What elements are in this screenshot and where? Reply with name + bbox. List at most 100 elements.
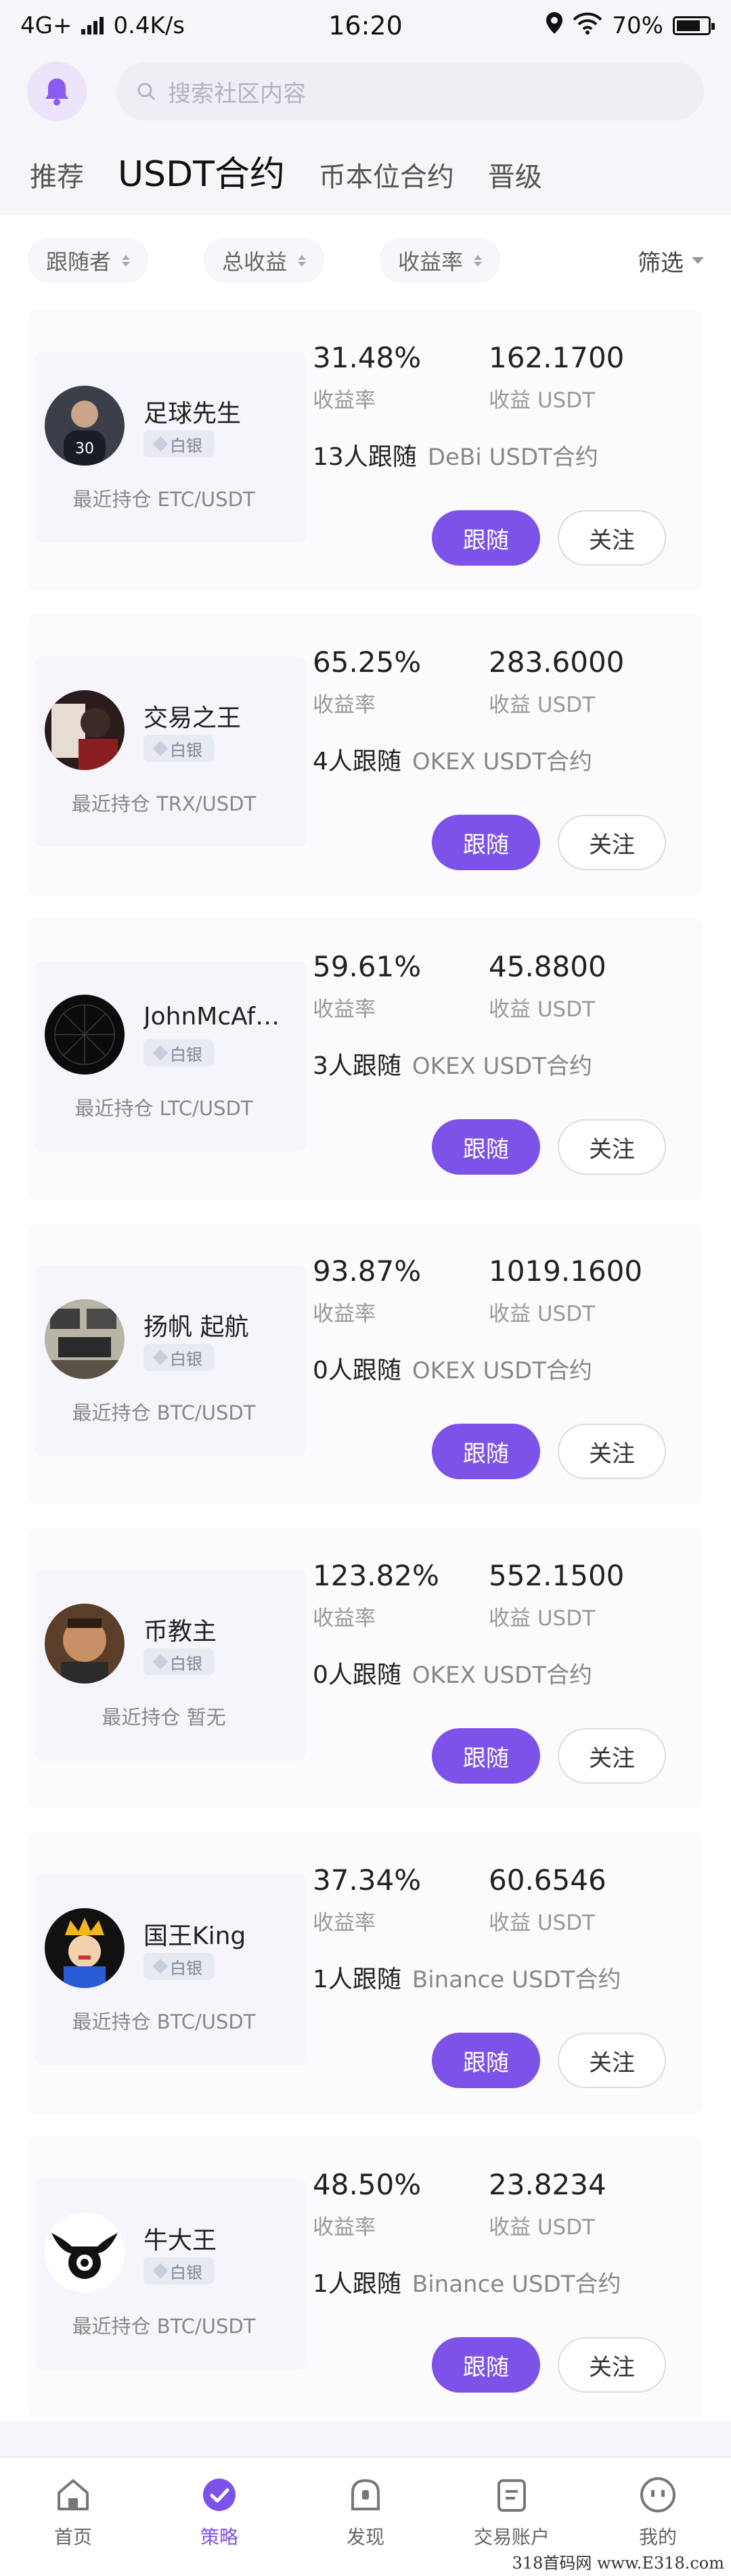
level-badge: 白银 [143, 1648, 214, 1675]
nav-home[interactable]: 首页 [0, 2458, 146, 2576]
search-input[interactable]: 搜索社区内容 [116, 62, 704, 120]
sort-rate-button[interactable]: 收益率 [379, 238, 502, 283]
trader-card[interactable]: 币教主 白银 最近持仓 暂无 123.82% 552.1500 收益率 收益 U… [28, 1528, 703, 1809]
watch-button[interactable]: 关注 [558, 510, 666, 566]
profit-usdt-value: 162.1700 [489, 341, 625, 374]
watch-button[interactable]: 关注 [558, 2337, 666, 2393]
trader-card[interactable]: 扬帆 起航 白银 最近持仓 BTC/USDT 93.87% 1019.1600 … [28, 1223, 703, 1504]
level-badge: 白银 [143, 1039, 214, 1066]
follower-count: 1人跟随 [313, 1966, 401, 1993]
diamond-icon [152, 436, 169, 452]
profit-usdt-label: 收益 USDT [489, 1911, 596, 1935]
trader-name: 交易之王 [143, 704, 242, 732]
sort-rate-label: 收益率 [398, 249, 464, 275]
tab-promotion[interactable]: 晋级 [488, 155, 542, 194]
recent-position: 最近持仓 BTC/USDT [72, 2010, 256, 2033]
signal-icon [81, 17, 104, 35]
trader-card[interactable]: 30 足球先生 白银 最近持仓 ETC/USDT 31.48% 162.1700… [28, 310, 703, 591]
trader-profile[interactable]: JohnMcAf… 白银 最近持仓 LTC/USDT [35, 961, 306, 1152]
trader-card[interactable]: 牛大王 白银 最近持仓 BTC/USDT 48.50% 23.8234 收益率 … [28, 2137, 703, 2418]
profit-usdt-value: 60.6546 [489, 1863, 606, 1897]
follow-button[interactable]: 跟随 [432, 1119, 540, 1175]
exchange-name: DeBi USDT合约 [427, 444, 598, 471]
profit-usdt-value: 45.8800 [489, 950, 606, 983]
sort-total-profit-button[interactable]: 总收益 [203, 238, 326, 283]
level-label: 白银 [170, 1349, 202, 1369]
notification-button[interactable] [27, 62, 87, 121]
watch-button[interactable]: 关注 [558, 815, 666, 870]
follower-info: 4人跟随 OKEX USDT合约 [313, 742, 592, 777]
diamond-icon [152, 1654, 169, 1670]
profit-usdt-label: 收益 USDT [489, 693, 596, 717]
follower-info: 13人跟随 DeBi USDT合约 [313, 437, 598, 472]
network-speed: 0.4K/s [113, 12, 185, 39]
avatar [45, 995, 125, 1075]
bell-icon [45, 78, 68, 106]
follow-button[interactable]: 跟随 [432, 815, 540, 870]
exchange-name: Binance USDT合约 [412, 1966, 621, 1993]
trader-profile[interactable]: 30 足球先生 白银 最近持仓 ETC/USDT [35, 352, 306, 543]
tab-recommend[interactable]: 推荐 [30, 155, 84, 194]
nav-mine-label: 我的 [638, 2526, 677, 2548]
nav-discover[interactable]: 发现 [292, 2458, 439, 2576]
trader-card[interactable]: 国王King 白银 最近持仓 BTC/USDT 37.34% 60.6546 收… [28, 1832, 703, 2113]
profit-usdt-value: 23.8234 [489, 2168, 606, 2201]
follow-button[interactable]: 跟随 [432, 1424, 540, 1479]
profit-usdt-label: 收益 USDT [489, 388, 596, 413]
level-badge: 白银 [143, 1344, 214, 1371]
exchange-name: OKEX USDT合约 [412, 1357, 592, 1384]
follower-info: 1人跟随 Binance USDT合约 [313, 1960, 621, 1995]
level-badge: 白银 [143, 2257, 214, 2284]
follow-button[interactable]: 跟随 [432, 1728, 540, 1784]
profit-usdt-label: 收益 USDT [489, 1302, 596, 1326]
watch-button[interactable]: 关注 [558, 1424, 666, 1479]
follower-count: 13人跟随 [313, 443, 417, 471]
level-badge: 白银 [143, 735, 214, 762]
exchange-name: OKEX USDT合约 [412, 1053, 592, 1080]
trader-profile[interactable]: 币教主 白银 最近持仓 暂无 [35, 1570, 306, 1761]
profit-rate-label: 收益率 [313, 388, 376, 413]
profit-rate-label: 收益率 [313, 997, 376, 1022]
tab-usdt-contract[interactable]: USDT合约 [118, 145, 285, 196]
follow-button[interactable]: 跟随 [432, 510, 540, 566]
watch-button[interactable]: 关注 [558, 1119, 666, 1175]
profit-rate-value: 123.82% [313, 1559, 439, 1592]
trader-profile[interactable]: 扬帆 起航 白银 最近持仓 BTC/USDT [35, 1265, 306, 1456]
level-badge: 白银 [143, 1953, 214, 1980]
follow-button[interactable]: 跟随 [432, 2337, 540, 2393]
caret-down-icon [692, 257, 704, 264]
profit-usdt-value: 552.1500 [489, 1559, 625, 1592]
exchange-name: OKEX USDT合约 [412, 1662, 592, 1689]
nav-strategy[interactable]: 策略 [146, 2458, 292, 2576]
screen-filter-button[interactable]: 筛选 [638, 244, 704, 277]
filter-bar: 跟随者 总收益 收益率 筛选 [27, 237, 704, 284]
profit-rate-value: 31.48% [313, 341, 422, 374]
tab-coin-contract[interactable]: 币本位合约 [319, 155, 454, 194]
level-badge: 白银 [143, 430, 214, 457]
battery-icon [673, 16, 715, 35]
trader-profile[interactable]: 牛大王 白银 最近持仓 BTC/USDT [35, 2179, 306, 2370]
search-placeholder: 搜索社区内容 [168, 80, 306, 108]
battery-percent: 70% [612, 12, 663, 39]
trader-name: JohnMcAf… [143, 1003, 280, 1031]
location-icon [546, 12, 563, 41]
sort-followers-button[interactable]: 跟随者 [27, 238, 150, 283]
nav-discover-label: 发现 [346, 2526, 384, 2548]
trader-name: 足球先生 [143, 400, 242, 428]
follower-count: 3人跟随 [313, 1052, 401, 1080]
trader-profile[interactable]: 交易之王 白银 最近持仓 TRX/USDT [35, 656, 306, 847]
profit-rate-label: 收益率 [313, 1302, 376, 1326]
avatar: 30 [45, 386, 125, 466]
watch-button[interactable]: 关注 [558, 1728, 666, 1784]
profit-usdt-label: 收益 USDT [489, 2215, 596, 2240]
follow-button[interactable]: 跟随 [432, 2033, 540, 2088]
trader-profile[interactable]: 国王King 白银 最近持仓 BTC/USDT [35, 1874, 306, 2065]
avatar [45, 1299, 125, 1379]
diamond-icon [152, 1045, 169, 1061]
trader-card[interactable]: 交易之王 白银 最近持仓 TRX/USDT 65.25% 283.6000 收益… [28, 614, 703, 895]
trader-name: 国王King [143, 1922, 246, 1950]
watch-button[interactable]: 关注 [558, 2033, 666, 2088]
follower-info: 0人跟随 OKEX USDT合约 [313, 1655, 592, 1690]
profit-rate-value: 48.50% [313, 2168, 422, 2201]
trader-card[interactable]: JohnMcAf… 白银 最近持仓 LTC/USDT 59.61% 45.880… [28, 919, 703, 1200]
